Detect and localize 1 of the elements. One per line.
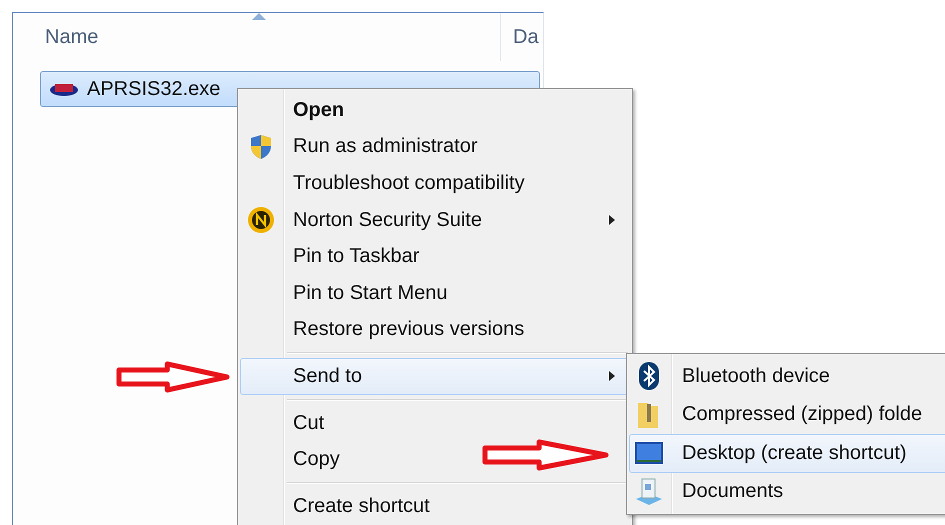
file-name: APRSIS32.exe: [87, 78, 220, 100]
